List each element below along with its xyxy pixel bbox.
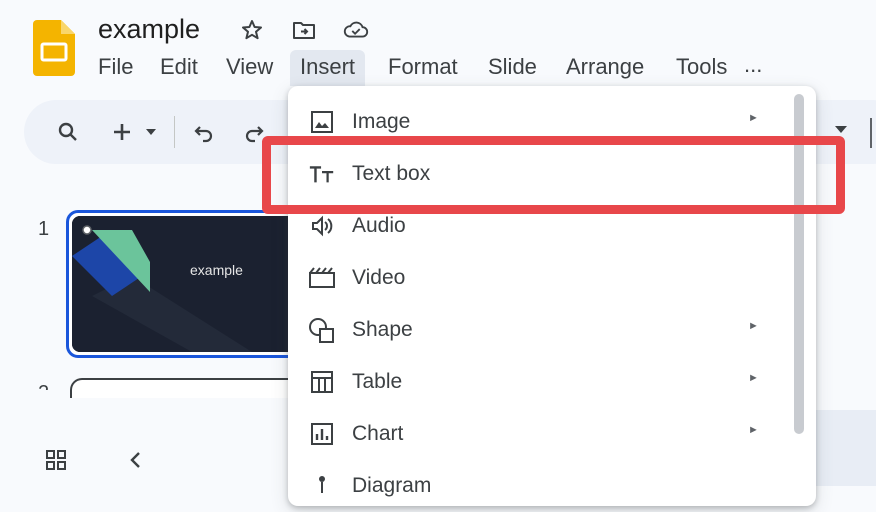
insert-menu-item-video[interactable]: Video [288,252,788,304]
slide-thumbnail-2[interactable] [70,378,310,398]
menu-slide[interactable]: Slide [478,50,547,86]
insert-menu-label: Shape [352,318,413,341]
move-to-folder-icon[interactable] [290,16,318,44]
menu-insert[interactable]: Insert [290,50,365,86]
insert-menu-item-table[interactable]: Table ► [288,356,788,408]
menu-edit[interactable]: Edit [150,50,208,86]
insert-menu-label: Image [352,110,411,133]
menu-format[interactable]: Format [378,50,468,86]
new-slide-icon[interactable] [108,118,136,146]
table-icon [308,368,336,396]
image-icon [308,108,336,136]
slides-logo[interactable] [33,20,75,76]
insert-menu-label: Chart [352,422,404,445]
slide-number-2: 2 [38,382,49,390]
submenu-arrow-icon: ► [748,424,759,436]
insert-menu-label: Video [352,266,406,289]
chart-icon [308,420,336,448]
menu-view[interactable]: View [216,50,283,86]
toolbar-right-divider [870,118,872,148]
insert-menu-label: Audio [352,214,406,237]
submenu-arrow-icon: ► [748,372,759,384]
shape-icon [308,316,336,344]
undo-icon[interactable] [190,118,218,146]
menu-arrange[interactable]: Arrange [556,50,654,86]
highlight-box [262,136,845,214]
video-icon [308,264,336,292]
star-icon[interactable] [238,16,266,44]
grid-view-icon[interactable] [42,446,70,474]
toolbar-divider [174,116,175,148]
insert-menu-label: Table [352,370,403,393]
slide-thumbnail-1[interactable] [72,216,312,352]
insert-menu-item-shape[interactable]: Shape ► [288,304,788,356]
menu-tools[interactable]: Tools [666,50,737,86]
new-slide-dropdown-icon[interactable] [142,118,160,146]
submenu-arrow-icon: ► [748,112,759,124]
cloud-saved-icon[interactable] [342,16,370,44]
submenu-arrow-icon: ► [748,320,759,332]
menu-more[interactable]: ... [744,52,762,78]
audio-icon [308,212,336,240]
insert-menu-item-diagram[interactable]: Diagram [288,460,788,512]
insert-menu-label: Diagram [352,474,432,497]
diagram-icon [308,472,336,500]
slide-number-1: 1 [38,218,50,240]
collapse-filmstrip-icon[interactable] [122,446,150,474]
slide-thumbnail-1-title: example [190,262,243,278]
insert-menu-item-chart[interactable]: Chart ► [288,408,788,460]
search-menus-icon[interactable] [54,118,82,146]
document-title[interactable]: example [98,12,200,46]
menu-file[interactable]: File [88,50,143,86]
